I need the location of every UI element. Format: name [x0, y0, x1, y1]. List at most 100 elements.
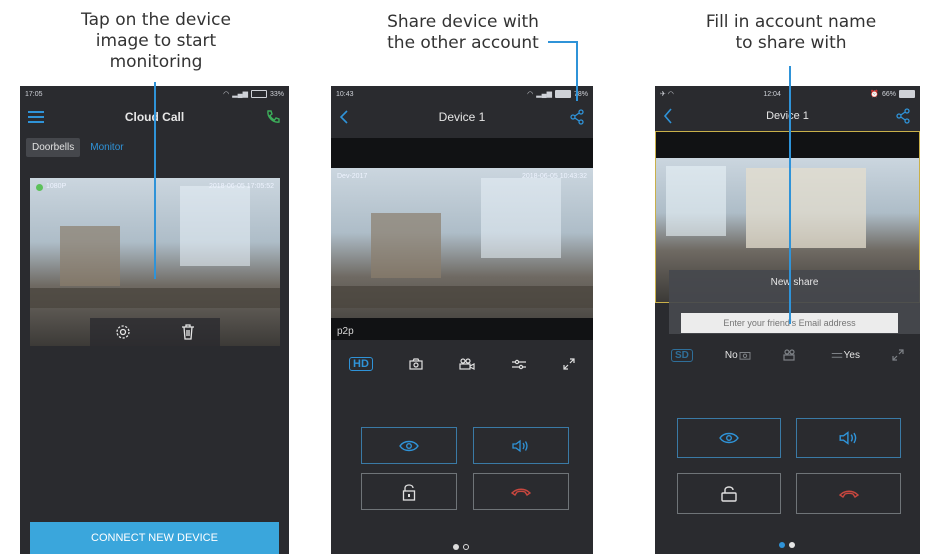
page-title: Device 1: [766, 110, 809, 122]
sd-toggle-button[interactable]: SD: [670, 348, 693, 362]
record-video-icon[interactable]: [459, 358, 475, 370]
fullscreen-expand-icon[interactable]: [892, 349, 904, 361]
hang-up-button[interactable]: [473, 473, 569, 510]
dialog-no-button[interactable]: No: [725, 350, 751, 361]
snapshot-camera-icon: [739, 350, 751, 360]
page-indicator: [453, 544, 469, 550]
status-time: 10:43: [336, 90, 354, 98]
pointer-line-left: [154, 82, 156, 279]
video-osd-device: Dev-2017: [337, 173, 368, 180]
pointer-line-middle-vertical: [576, 41, 578, 101]
video-osd-timestamp: 2018-06-05 10:43:32: [522, 173, 587, 180]
room-cabinets: [746, 168, 866, 248]
status-icons: ⏰ 66%: [870, 90, 915, 98]
back-chevron-icon[interactable]: [339, 110, 349, 124]
room-desk: [331, 286, 593, 308]
status-icons: ◠ ▂▄▆ 33%: [223, 90, 284, 98]
caption-right-line-1: Fill in account name: [705, 12, 877, 32]
window-glare: [180, 186, 250, 266]
caption-middle-line-2: the other account: [387, 33, 539, 53]
nav-bar: Device 1: [331, 102, 593, 132]
room-shelves: [60, 226, 120, 286]
hang-up-button[interactable]: [796, 473, 901, 514]
settings-gear-icon[interactable]: [115, 324, 131, 340]
eye-icon: [718, 432, 740, 444]
video-black-band: [656, 132, 919, 158]
room-shelves: [371, 213, 441, 278]
speaker-button[interactable]: [796, 418, 901, 458]
page-indicator: [779, 542, 795, 548]
battery-icon: [250, 90, 267, 98]
speaker-button[interactable]: [473, 427, 569, 464]
online-indicator-icon: [36, 184, 43, 191]
video-black-band: [331, 138, 593, 168]
adjust-sliders-icon: [831, 350, 843, 360]
battery-level: 66%: [881, 90, 896, 98]
hd-toggle-button[interactable]: HD: [349, 357, 373, 371]
yes-label: Yes: [843, 349, 860, 361]
speaker-icon: [511, 439, 531, 453]
hang-up-phone-icon: [838, 489, 860, 499]
caption-left-line-2: image to start: [95, 31, 217, 51]
connection-mode-label: p2p: [337, 326, 354, 337]
caption-right: Fill in account name to share with: [678, 12, 904, 54]
battery-level: 33%: [269, 90, 284, 98]
adjust-sliders-icon[interactable]: [511, 358, 527, 370]
status-left-icons: ✈ ◠: [660, 91, 674, 98]
page-dot: [463, 544, 469, 550]
video-bottom-band: [331, 318, 593, 340]
menu-icon[interactable]: [28, 111, 44, 123]
share-icon[interactable]: [569, 109, 585, 125]
monitor-eye-button[interactable]: [361, 427, 457, 464]
caption-right-line-2: to share with: [735, 33, 847, 53]
new-share-dialog: New share: [669, 270, 920, 334]
battery-icon: [899, 90, 915, 98]
page-title: Device 1: [438, 110, 486, 124]
live-video[interactable]: Dev-2017 2018-06-05 10:43:32: [331, 168, 593, 338]
unlock-door-button[interactable]: [677, 473, 781, 514]
phone-call-icon[interactable]: [265, 109, 281, 125]
tab-doorbells[interactable]: Doorbells: [26, 138, 81, 157]
caption-left: Tap on the device image to start monitor…: [40, 10, 272, 73]
window-glare: [666, 166, 726, 236]
speaker-icon: [838, 430, 860, 446]
tab-monitor[interactable]: Monitor: [88, 138, 125, 157]
battery-icon: [554, 90, 571, 98]
video-osd-resolution: 1080P: [46, 183, 67, 190]
unlock-door-button[interactable]: [361, 473, 457, 510]
caption-left-line-3: monitoring: [109, 52, 203, 72]
fullscreen-expand-icon[interactable]: [563, 358, 575, 370]
monitor-eye-button[interactable]: [677, 418, 781, 458]
status-time: 12:04: [763, 90, 781, 98]
caption-middle: Share device with the other account: [354, 12, 572, 54]
video-osd-timestamp: 2018-06-05 17:05:52: [209, 183, 274, 190]
window-glare: [481, 178, 561, 258]
wifi-icon: ◠: [223, 91, 230, 98]
video-control-bar: SD No Yes: [655, 346, 920, 364]
status-bar: 10:43 ◠ ▂▄▆ 78%: [331, 86, 593, 102]
phone-screen-new-share: ✈ ◠ 12:04 ⏰ 66% Device 1 New share SD No: [655, 86, 920, 554]
unlock-padlock-icon: [402, 483, 416, 501]
signal-icon: ▂▄▆: [232, 91, 248, 98]
dialog-yes-button[interactable]: Yes: [831, 350, 860, 361]
dialog-title: New share: [770, 277, 819, 288]
share-icon[interactable]: [894, 108, 912, 124]
status-icons: ◠ ▂▄▆ 78%: [527, 90, 588, 98]
thumbnail-action-bar: [90, 318, 220, 346]
caption-middle-line-1: Share device with: [387, 12, 539, 32]
video-control-bar: HD: [331, 354, 593, 374]
caption-left-line-1: Tap on the device: [81, 10, 231, 30]
page-dot: [789, 542, 795, 548]
page-dot-active: [453, 544, 459, 550]
wifi-icon: ◠: [527, 91, 534, 98]
connect-new-device-button[interactable]: CONNECT NEW DEVICE: [30, 522, 279, 554]
record-video-icon[interactable]: [783, 349, 799, 361]
snapshot-camera-icon[interactable]: [409, 358, 423, 370]
eye-icon: [399, 440, 419, 452]
back-chevron-icon[interactable]: [663, 108, 673, 124]
room-desk: [30, 288, 280, 308]
page-dot-active: [779, 542, 785, 548]
pointer-line-right: [789, 66, 791, 324]
delete-trash-icon[interactable]: [181, 324, 195, 340]
phone-screen-device: 10:43 ◠ ▂▄▆ 78% Device 1 Dev-2017 2018-0…: [331, 86, 593, 554]
